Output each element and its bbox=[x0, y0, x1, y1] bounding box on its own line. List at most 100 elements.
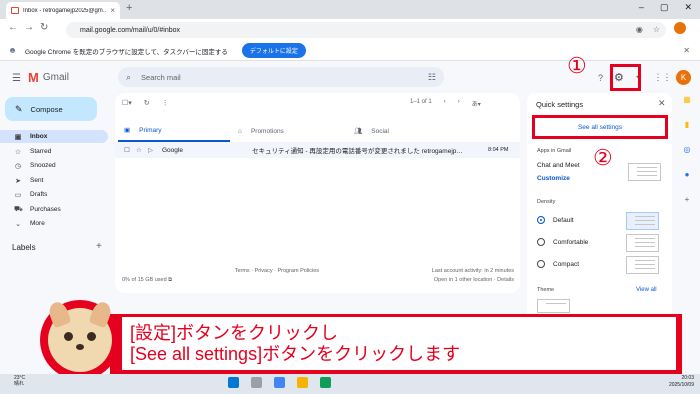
infobar-close-icon[interactable]: ✕ bbox=[683, 46, 690, 55]
prev-page-icon[interactable]: ‹ bbox=[444, 99, 446, 108]
maximize-icon[interactable]: ▢ bbox=[660, 2, 669, 13]
sidebar-item-sent[interactable]: ➤ Sent bbox=[0, 174, 108, 187]
search-input[interactable]: Search mail bbox=[141, 73, 181, 82]
search-options-icon[interactable]: ☷ bbox=[428, 72, 436, 83]
sidebar-item-snoozed[interactable]: ◷ Snoozed bbox=[0, 159, 108, 172]
labels-heading: Labels bbox=[12, 243, 36, 252]
sidebar-item-drafts[interactable]: ▭ Drafts bbox=[0, 188, 108, 201]
tab-social[interactable]: 👥︎ Social bbox=[354, 120, 466, 142]
chrome-taskbar-icon[interactable] bbox=[274, 377, 285, 388]
sidebar-item-label: Sent bbox=[30, 177, 44, 184]
activity-line2[interactable]: Open in 1 other location · Details bbox=[434, 277, 514, 284]
radio-unselected[interactable] bbox=[537, 260, 545, 268]
density-default-thumbnail[interactable] bbox=[626, 212, 659, 230]
compose-button[interactable]: ✎ Compose bbox=[5, 97, 97, 121]
tab-label: Primary bbox=[139, 126, 162, 134]
new-tab-icon[interactable]: + bbox=[126, 2, 132, 14]
instruction-line-1: [設定]ボタンをクリックし bbox=[130, 322, 339, 343]
sidebar-item-starred[interactable]: ☆ Starred bbox=[0, 145, 108, 158]
row-checkbox[interactable]: ☐ bbox=[124, 146, 136, 154]
forward-icon[interactable]: → bbox=[24, 22, 34, 33]
add-label-icon[interactable]: + bbox=[96, 241, 102, 252]
more-vert-icon[interactable]: ⋮ bbox=[162, 99, 169, 107]
importance-icon[interactable]: ▷ bbox=[148, 146, 162, 154]
help-icon[interactable]: ? bbox=[598, 73, 603, 83]
sidebar-item-label: Drafts bbox=[30, 191, 48, 198]
mascot-nose bbox=[76, 344, 84, 350]
system-clock[interactable]: 20:03 2025/10/09 bbox=[669, 375, 694, 389]
activity-line1: Last account activity: in 2 minutes bbox=[431, 268, 514, 274]
set-default-button[interactable]: デフォルトに設定 bbox=[241, 43, 306, 58]
app-icon[interactable] bbox=[320, 377, 331, 388]
density-comfortable-thumbnail[interactable] bbox=[626, 234, 659, 252]
view-all-themes-link[interactable]: View all bbox=[636, 287, 657, 293]
minimize-icon[interactable]: – bbox=[639, 2, 644, 13]
mascot-right-eye bbox=[87, 332, 96, 341]
sidebar-item-label: Inbox bbox=[30, 133, 48, 140]
sidebar-item-inbox[interactable]: ▣ Inbox bbox=[0, 130, 108, 143]
step-marker-1: ① bbox=[567, 53, 587, 78]
close-icon[interactable]: ✕ bbox=[658, 98, 666, 109]
next-page-icon[interactable]: › bbox=[458, 99, 460, 108]
bookmark-star-icon[interactable]: ☆ bbox=[653, 25, 660, 34]
address-bar[interactable]: mail.google.com/mail/u/0/#inbox bbox=[66, 22, 666, 38]
tab-primary[interactable]: ▣ Primary bbox=[118, 120, 230, 142]
search-bar[interactable]: ⌕ Search mail ☷ bbox=[118, 67, 444, 87]
sidebar-item-purchases[interactable]: ⛟ Purchases bbox=[0, 203, 108, 216]
inbox-footer: Terms · Privacy · Program Policies Last … bbox=[122, 268, 514, 284]
send-icon: ➤ bbox=[15, 177, 21, 185]
main-menu-icon[interactable]: ☰ bbox=[12, 73, 21, 84]
start-icon[interactable] bbox=[228, 377, 239, 388]
tab-close-icon[interactable]: × bbox=[110, 6, 115, 15]
density-default-radio[interactable] bbox=[537, 216, 545, 224]
open-external-icon[interactable]: ⧉ bbox=[168, 277, 172, 283]
density-comfortable-radio[interactable] bbox=[537, 238, 545, 246]
url-text: mail.google.com/mail/u/0/#inbox bbox=[80, 26, 180, 34]
side-panel-rail: ▦ ▮ ◎ ● + bbox=[680, 95, 694, 204]
browser-tab-inbox[interactable]: Inbox - retrogamejp2025@gm… × bbox=[6, 2, 120, 19]
see-all-settings-button[interactable]: See all settings bbox=[532, 115, 668, 139]
tasks-icon[interactable]: ◎ bbox=[684, 145, 691, 154]
tab-promotions[interactable]: ⌂ Promotions bbox=[238, 120, 350, 142]
row-star-icon[interactable]: ☆ bbox=[136, 146, 148, 154]
weather-widget[interactable]: 23°C 晴れ bbox=[14, 375, 25, 387]
calendar-icon[interactable]: ▦ bbox=[683, 95, 691, 104]
keep-icon[interactable]: ▮ bbox=[685, 120, 689, 129]
table-row[interactable]: ☐ ☆ ▷ Google セキュリティ通知 - 再設定用の電話番号が変更されまし… bbox=[115, 142, 520, 158]
density-compact-radio[interactable] bbox=[537, 260, 545, 268]
radio-unselected[interactable] bbox=[537, 238, 545, 246]
reload-icon[interactable]: ↻ bbox=[40, 22, 48, 33]
default-browser-infobar: Google Chrome を既定のブラウザに設定して、タスクバーに固定する デ… bbox=[0, 41, 700, 61]
eye-icon[interactable]: ◉ bbox=[636, 25, 643, 34]
radio-selected[interactable] bbox=[537, 216, 545, 224]
select-all-checkbox[interactable]: ☐▾ bbox=[122, 99, 132, 107]
sidebar-item-label: Starred bbox=[30, 148, 52, 155]
draft-icon: ▭ bbox=[14, 191, 22, 199]
apps-grid-icon[interactable]: ⋮⋮ bbox=[653, 72, 671, 83]
contacts-icon[interactable]: ● bbox=[685, 170, 690, 179]
people-icon: 👥︎ bbox=[354, 128, 363, 135]
taskbar-apps bbox=[228, 377, 331, 388]
taskbar-search-icon[interactable] bbox=[251, 377, 262, 388]
search-icon[interactable]: ⌕ bbox=[126, 72, 131, 83]
account-avatar[interactable]: K bbox=[676, 70, 691, 85]
chihuahua-mascot bbox=[40, 299, 120, 380]
footer-links[interactable]: Terms · Privacy · Program Policies bbox=[235, 268, 319, 274]
instruction-line-2: [See all settings]ボタンをクリックします bbox=[130, 343, 461, 364]
theme-thumbnail[interactable] bbox=[537, 299, 570, 313]
sidebar-item-more[interactable]: ⌄ More bbox=[0, 217, 108, 230]
customize-link[interactable]: Customize bbox=[537, 175, 570, 182]
add-addon-icon[interactable]: + bbox=[685, 195, 690, 204]
refresh-icon[interactable]: ↻ bbox=[144, 99, 150, 107]
gmail-logo-text: Gmail bbox=[42, 72, 69, 83]
browser-profile-avatar[interactable] bbox=[674, 22, 686, 34]
explorer-icon[interactable] bbox=[297, 377, 308, 388]
window-close-icon[interactable]: ✕ bbox=[684, 2, 692, 13]
gmail-logo[interactable]: M Gmail bbox=[28, 70, 69, 85]
back-icon[interactable]: ← bbox=[8, 22, 18, 33]
tab-label: Social bbox=[371, 127, 389, 135]
density-compact-thumbnail[interactable] bbox=[626, 256, 659, 274]
clock-date: 2025/10/09 bbox=[668, 382, 694, 388]
density-compact-label: Compact bbox=[553, 261, 580, 268]
input-tools-icon[interactable]: あ▾ bbox=[472, 99, 481, 108]
